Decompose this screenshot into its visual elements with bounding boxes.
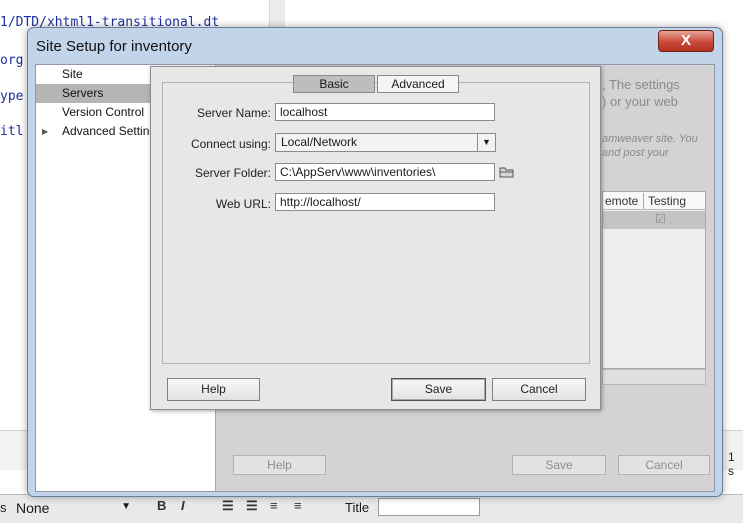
cancel-button-disabled: Cancel xyxy=(618,455,710,475)
unordered-list-icon[interactable]: ☰ xyxy=(222,498,234,514)
column-divider xyxy=(643,193,644,209)
format-value: None xyxy=(16,500,50,516)
window-title: Site Setup for inventory xyxy=(36,38,192,55)
category-label: Advanced Settings xyxy=(62,124,163,138)
help-button-disabled: Help xyxy=(233,455,326,475)
category-label: Site xyxy=(62,67,83,81)
code-line: org xyxy=(0,53,24,68)
code-line: ype xyxy=(0,89,24,104)
title-input[interactable] xyxy=(378,498,480,516)
column-header-remote[interactable]: emote xyxy=(605,194,638,208)
server-folder-input[interactable]: C:\AppServ\www\inventories\ xyxy=(275,163,495,181)
testing-checkbox[interactable]: ☑ xyxy=(655,212,666,226)
table-scrollbar[interactable] xyxy=(602,369,706,385)
web-url-input[interactable]: http://localhost/ xyxy=(275,193,495,211)
tab-advanced[interactable]: Advanced xyxy=(377,75,459,93)
connect-using-label: Connect using: xyxy=(190,137,271,151)
server-name-input[interactable]: localhost xyxy=(275,103,495,121)
connect-using-select[interactable]: Local/Network ▼ xyxy=(275,133,496,152)
table-row[interactable]: ☑ xyxy=(603,211,705,229)
server-name-label: Server Name: xyxy=(196,106,271,120)
tab-basic[interactable]: Basic xyxy=(293,75,375,93)
panel-description: ) or your web xyxy=(602,94,678,109)
server-dialog: Basic Advanced Server Name: localhost Co… xyxy=(150,66,601,410)
panel-description: , The settings xyxy=(602,77,680,92)
server-fieldset xyxy=(162,82,590,364)
code-line: itl xyxy=(0,124,24,139)
ordered-list-icon[interactable]: ☰ xyxy=(246,498,258,514)
panel-note: and post your xyxy=(602,147,669,159)
expand-arrow-icon[interactable]: ▶ xyxy=(42,122,48,141)
background-edge-text: 1 s xyxy=(728,450,735,478)
close-icon: X xyxy=(680,32,691,49)
outdent-icon[interactable]: ≡ xyxy=(270,498,278,513)
category-label: Servers xyxy=(62,86,104,100)
chevron-down-icon: ▼ xyxy=(477,134,495,151)
close-button[interactable]: X xyxy=(658,30,714,52)
save-button-disabled: Save xyxy=(512,455,606,475)
property-inspector: s None ▼ B I ☰ ☰ ≡ ≡ Title xyxy=(0,494,743,523)
table-header: emote Testing xyxy=(603,192,705,210)
server-folder-label: Server Folder: xyxy=(194,166,271,180)
help-button[interactable]: Help xyxy=(167,378,260,401)
web-url-label: Web URL: xyxy=(215,197,271,211)
panel-note: amweaver site. You xyxy=(602,133,698,145)
category-label: Version Control xyxy=(62,105,145,119)
title-label: Title xyxy=(345,500,370,515)
save-button[interactable]: Save xyxy=(391,378,486,401)
folder-icon[interactable] xyxy=(499,165,515,179)
italic-icon[interactable]: I xyxy=(181,498,185,513)
column-header-testing[interactable]: Testing xyxy=(648,194,686,208)
bold-icon[interactable]: B xyxy=(157,498,166,513)
cancel-button[interactable]: Cancel xyxy=(492,378,586,401)
connect-using-value: Local/Network xyxy=(281,135,358,149)
format-select[interactable]: None ▼ xyxy=(10,498,135,518)
chevron-down-icon: ▼ xyxy=(121,501,131,512)
server-table: emote Testing ☑ xyxy=(602,191,706,369)
indent-icon[interactable]: ≡ xyxy=(294,498,302,513)
format-label: s xyxy=(0,500,7,515)
